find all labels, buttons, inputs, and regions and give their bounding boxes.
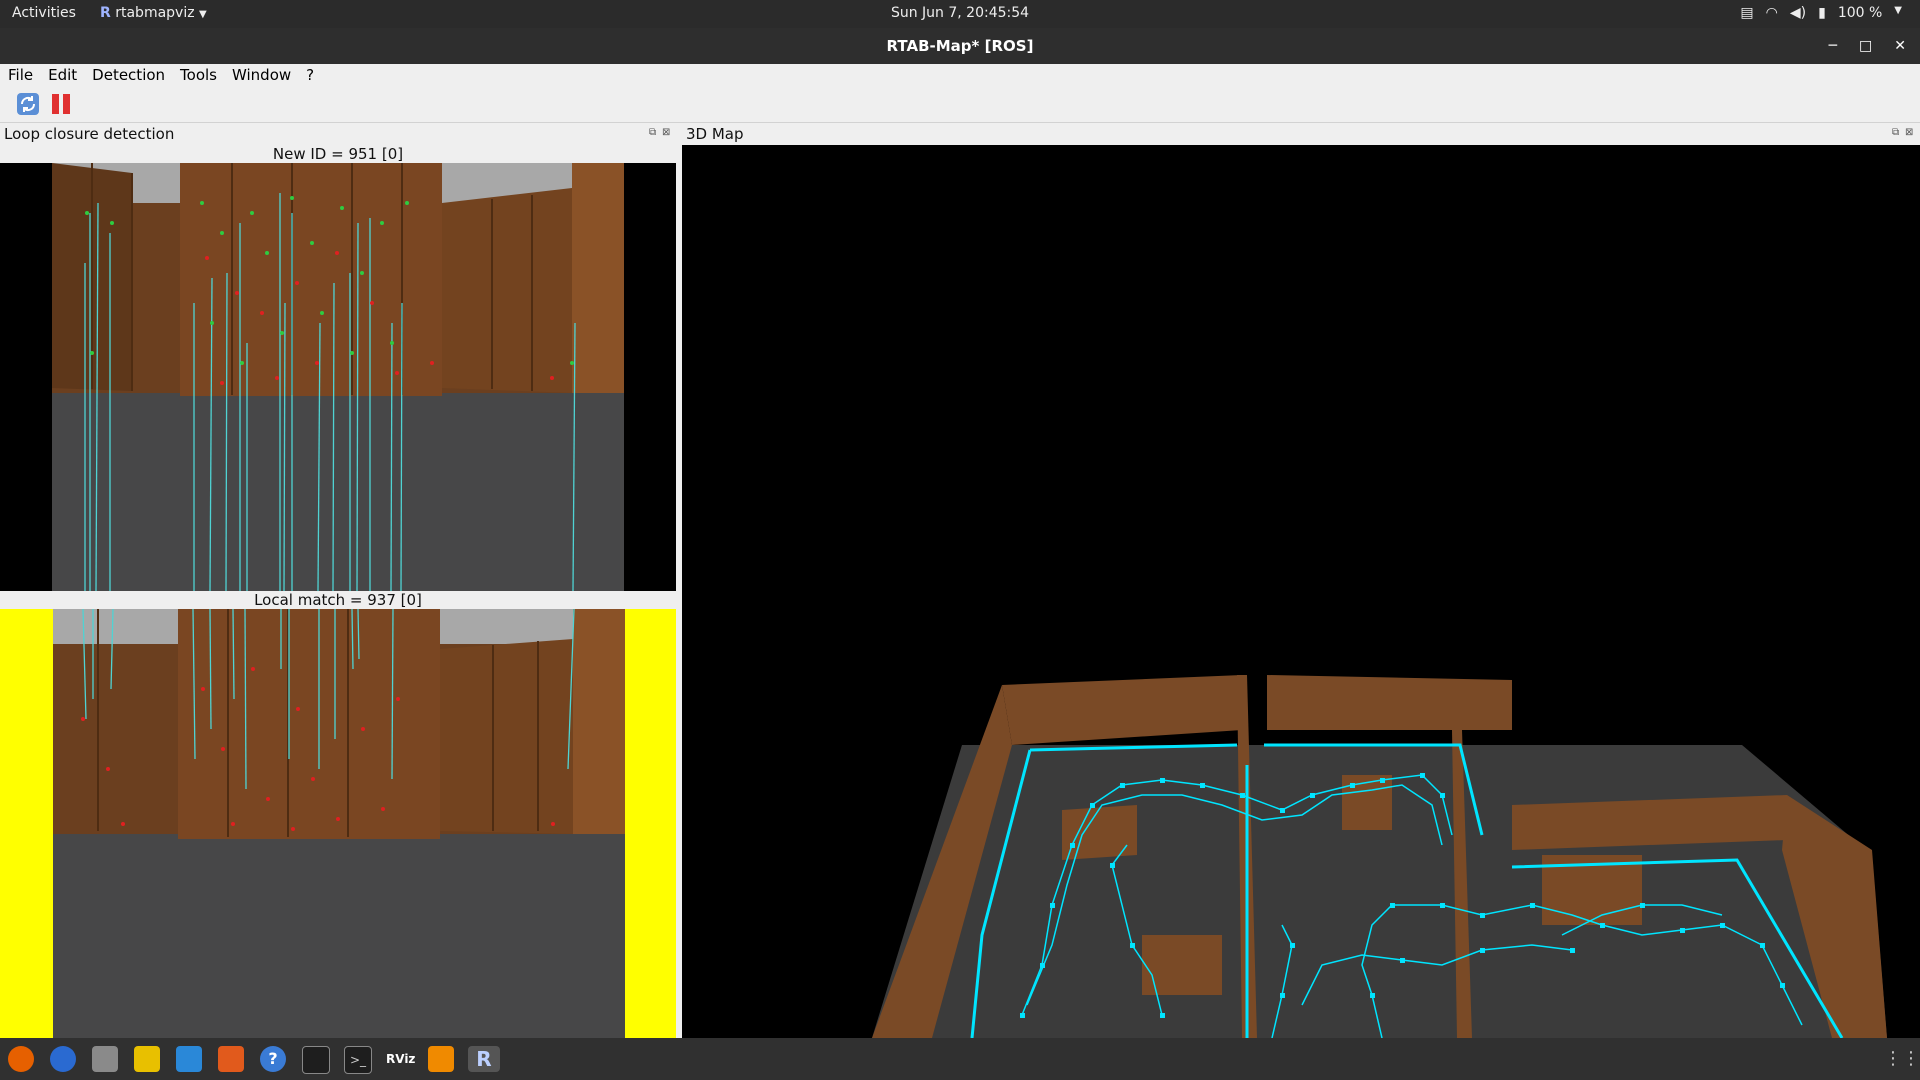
battery-icon: ▮ <box>1818 5 1826 21</box>
new-id-label: New ID = 951 [0] <box>0 145 676 163</box>
new-id-image <box>0 163 676 591</box>
close-icon[interactable]: ⊠ <box>662 127 670 138</box>
layers-icon[interactable] <box>428 1046 454 1072</box>
writer-icon[interactable] <box>176 1046 202 1072</box>
monitor-icon[interactable] <box>302 1046 330 1074</box>
close-icon[interactable]: ✕ <box>1894 28 1906 64</box>
help-icon[interactable]: ? <box>260 1046 286 1072</box>
wifi-icon: ◠ <box>1765 5 1778 21</box>
local-match-label: Local match = 937 [0] <box>0 591 676 609</box>
app-menu-label: rtabmapviz <box>115 5 195 21</box>
refresh-icon[interactable] <box>16 92 40 116</box>
files-icon[interactable] <box>92 1046 118 1072</box>
menu-window[interactable]: Window <box>224 64 298 86</box>
rhythmbox-icon[interactable] <box>134 1046 160 1072</box>
menu-bar: File Edit Detection Tools Window ? <box>0 64 1920 86</box>
app-menu[interactable]: R rtabmapviz ▼ <box>100 5 207 21</box>
3d-map-view[interactable] <box>682 145 1920 1038</box>
clock[interactable]: Sun Jun 7, 20:45:54 <box>0 5 1920 21</box>
software-icon[interactable] <box>218 1046 244 1072</box>
system-tray[interactable]: ▤ ◠ ◀) ▮ 100 % ▼ <box>1740 5 1902 21</box>
menu-tools[interactable]: Tools <box>172 64 224 86</box>
pause-icon[interactable] <box>49 92 73 116</box>
loop-closure-dock-header: Loop closure detection ⧉ ⊠ <box>0 123 676 145</box>
menu-file[interactable]: File <box>0 64 40 86</box>
window-title: RTAB-Map* [ROS] <box>886 37 1034 55</box>
undock-icon[interactable]: ⧉ <box>1892 127 1899 138</box>
screen-icon: ▤ <box>1740 5 1754 21</box>
menu-detection[interactable]: Detection <box>84 64 172 86</box>
local-match-image <box>0 609 676 1038</box>
terminal-icon[interactable]: >_ <box>344 1046 372 1074</box>
map-dock-header: 3D Map ⧉ ⊠ <box>682 123 1920 145</box>
activities-button[interactable]: Activities <box>12 5 76 21</box>
toolbar <box>0 86 1920 123</box>
minimize-icon[interactable]: ─ <box>1829 28 1837 64</box>
loop-closure-title: Loop closure detection <box>4 125 175 143</box>
taskbar: ? >_ RViz R ⋮⋮ <box>0 1038 1920 1080</box>
undock-icon[interactable]: ⧉ <box>649 127 656 138</box>
window-titlebar[interactable]: RTAB-Map* [ROS] ─ □ ✕ <box>0 28 1920 64</box>
maximize-icon[interactable]: □ <box>1859 28 1872 64</box>
app-grid-icon[interactable]: ⋮⋮ <box>1884 1046 1920 1072</box>
volume-icon: ◀) <box>1789 5 1807 21</box>
thunderbird-icon[interactable] <box>50 1046 76 1072</box>
rtabmap-taskbar-icon[interactable]: R <box>468 1046 500 1072</box>
chevron-down-icon: ▼ <box>1894 5 1902 16</box>
firefox-icon[interactable] <box>8 1046 34 1072</box>
menu-help[interactable]: ? <box>298 64 321 86</box>
chevron-down-icon: ▼ <box>199 9 207 20</box>
menu-edit[interactable]: Edit <box>40 64 84 86</box>
rtabmap-app-icon: R <box>100 5 111 21</box>
battery-percent: 100 % <box>1837 5 1883 21</box>
map-title: 3D Map <box>686 125 744 143</box>
rviz-icon[interactable]: RViz <box>386 1046 415 1072</box>
close-icon[interactable]: ⊠ <box>1905 127 1913 138</box>
system-top-bar: Activities R rtabmapviz ▼ Sun Jun 7, 20:… <box>0 0 1920 28</box>
